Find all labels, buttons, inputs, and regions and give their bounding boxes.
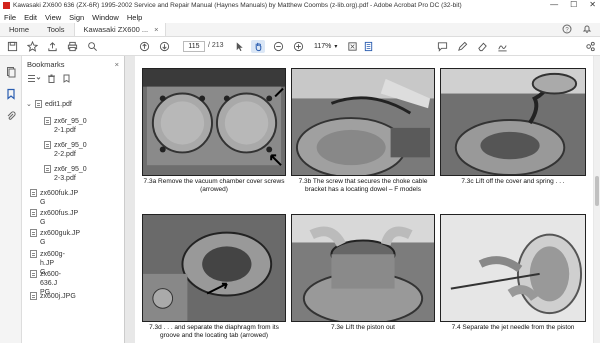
tab-document[interactable]: Kawasaki ZX600 ... ×: [73, 23, 166, 36]
chevron-down-icon[interactable]: ⌄: [26, 100, 33, 109]
navigation-rail: [0, 56, 22, 343]
hand-tool-icon[interactable]: [251, 40, 265, 53]
print-icon[interactable]: [66, 40, 79, 53]
bookmark-icon: [30, 209, 37, 217]
bookmark-icon: [30, 229, 37, 237]
maximize-button[interactable]: ☐: [570, 0, 577, 9]
caption-7-3a: 7.3a Remove the vacuum chamber cover scr…: [143, 178, 285, 193]
bookmark-item[interactable]: zx600j.JPG: [30, 292, 100, 301]
eraser-icon[interactable]: [476, 40, 489, 53]
bookmark-icon: [30, 250, 37, 258]
caption-7-3d: 7.3d . . . and separate the diaphragm fr…: [149, 324, 279, 339]
bookmark-item[interactable]: zx600guk.JP G: [30, 229, 81, 247]
bookmarks-panel: Bookmarks × ⌄ edit1.pdf zx6r_95_0 2-1.pd…: [22, 56, 125, 343]
vertical-scrollbar[interactable]: [594, 56, 600, 343]
share-link-icon[interactable]: [584, 40, 597, 53]
fit-page-icon[interactable]: [346, 40, 359, 53]
select-cursor-icon[interactable]: [233, 40, 246, 53]
bookmark-options-icon[interactable]: [27, 74, 41, 85]
attachments-paperclip-icon[interactable]: [5, 110, 17, 122]
bookmark-star-icon[interactable]: [26, 40, 39, 53]
main-toolbar: 115 / 213 117% ▾: [0, 37, 600, 56]
bookmark-icon: [30, 189, 37, 197]
bookmark-icon: [30, 270, 37, 278]
next-page-icon[interactable]: [158, 40, 171, 53]
bookmark-item[interactable]: zx6r_95_0 2-3.pdf: [44, 165, 88, 183]
find-icon[interactable]: [86, 40, 99, 53]
photo-vacuum-chamber-covers: [142, 68, 286, 176]
title-bar: Kawasaki ZX600 636 (ZX-6R) 1995-2002 Ser…: [0, 0, 600, 11]
tab-bar: Home Tools Kawasaki ZX600 ... × ?: [0, 23, 600, 37]
menu-file[interactable]: File: [4, 13, 16, 22]
menu-bar: File Edit View Sign Window Help: [0, 11, 600, 23]
pdf-page: 7.3a Remove the vacuum chamber cover scr…: [135, 56, 593, 343]
close-window-button[interactable]: ✕: [589, 0, 596, 9]
caption-7-4: 7.4 Separate the jet needle from the pis…: [451, 324, 575, 331]
photo-choke-cable-bracket: [291, 68, 435, 176]
zoom-out-icon[interactable]: [272, 40, 285, 53]
caption-7-3b: 7.3b The screw that secures the choke ca…: [298, 178, 428, 193]
bookmark-item[interactable]: zx600fus.JP G: [30, 209, 79, 227]
menu-window[interactable]: Window: [92, 13, 119, 22]
tab-close-icon[interactable]: ×: [154, 25, 158, 34]
bookmark-icon: [44, 117, 51, 125]
menu-sign[interactable]: Sign: [69, 13, 84, 22]
zoom-level-value: 117%: [314, 43, 332, 50]
delete-bookmark-icon[interactable]: [47, 74, 56, 85]
photo-cover-and-spring: [440, 68, 586, 176]
bookmark-label: zx6r_95_0 2-1.pdf: [54, 118, 87, 134]
caption-7-3e: 7.3e Lift the piston out: [331, 324, 395, 331]
tab-document-label: Kawasaki ZX600 ...: [83, 25, 149, 34]
bookmark-label: zx6r_95_0 2-3.pdf: [54, 166, 87, 182]
bookmarks-panel-icon[interactable]: [5, 88, 17, 100]
help-icon[interactable]: ?: [562, 24, 572, 36]
tab-home[interactable]: Home: [0, 23, 38, 36]
bookmark-item[interactable]: zx6r_95_0 2-1.pdf: [44, 117, 88, 135]
document-view[interactable]: 7.3a Remove the vacuum chamber cover scr…: [125, 56, 600, 343]
tab-tools[interactable]: Tools: [38, 23, 74, 36]
photo-lift-piston: [291, 214, 435, 322]
bookmark-label: zx600guk.JP G: [40, 230, 81, 246]
upload-icon[interactable]: [46, 40, 59, 53]
bookmark-label: zx600fus.JP G: [40, 210, 79, 226]
acrobat-icon: [3, 2, 10, 9]
close-panel-icon[interactable]: ×: [115, 60, 119, 69]
menu-help[interactable]: Help: [127, 13, 142, 22]
photo-diaphragm-groove: [142, 214, 286, 322]
menu-view[interactable]: View: [45, 13, 61, 22]
bookmark-label: edit1.pdf: [45, 101, 72, 108]
zoom-level-select[interactable]: 117% ▾: [314, 41, 338, 52]
scrollbar-thumb[interactable]: [595, 176, 599, 206]
chevron-down-icon: ▾: [334, 44, 338, 50]
menu-edit[interactable]: Edit: [24, 13, 37, 22]
bookmark-item[interactable]: zx600fuk.JP G: [30, 189, 79, 207]
notifications-bell-icon[interactable]: [582, 24, 592, 36]
bookmark-icon: [44, 141, 51, 149]
photo-jet-needle: [440, 214, 586, 322]
bookmark-label: zx600j.JPG: [40, 293, 76, 300]
page-count: / 213: [208, 42, 224, 49]
bookmark-item[interactable]: zx6r_95_0 2-2.pdf: [44, 141, 88, 159]
new-bookmark-icon[interactable]: [62, 74, 71, 85]
highlight-pen-icon[interactable]: [456, 40, 469, 53]
bookmark-label: zx600fuk.JP G: [40, 190, 79, 206]
minimize-button[interactable]: —: [550, 0, 558, 9]
scroll-mode-icon[interactable]: [362, 40, 375, 53]
zoom-in-icon[interactable]: [292, 40, 305, 53]
sign-icon[interactable]: [496, 40, 509, 53]
comment-icon[interactable]: [436, 40, 449, 53]
page-number-input[interactable]: 115: [183, 41, 205, 52]
bookmark-label: zx6r_95_0 2-2.pdf: [54, 142, 87, 158]
previous-page-icon[interactable]: [138, 40, 151, 53]
bookmark-item-edit1[interactable]: ⌄ edit1.pdf: [26, 100, 105, 109]
bookmark-icon: [44, 165, 51, 173]
bookmark-icon: [35, 100, 42, 108]
bookmarks-title: Bookmarks: [27, 59, 65, 69]
page-thumbnails-icon[interactable]: [5, 66, 17, 78]
caption-7-3c: 7.3c Lift off the cover and spring . . .: [461, 178, 565, 185]
save-icon[interactable]: [6, 40, 19, 53]
window-title: Kawasaki ZX600 636 (ZX-6R) 1995-2002 Ser…: [13, 2, 462, 9]
bookmark-icon: [30, 292, 37, 300]
